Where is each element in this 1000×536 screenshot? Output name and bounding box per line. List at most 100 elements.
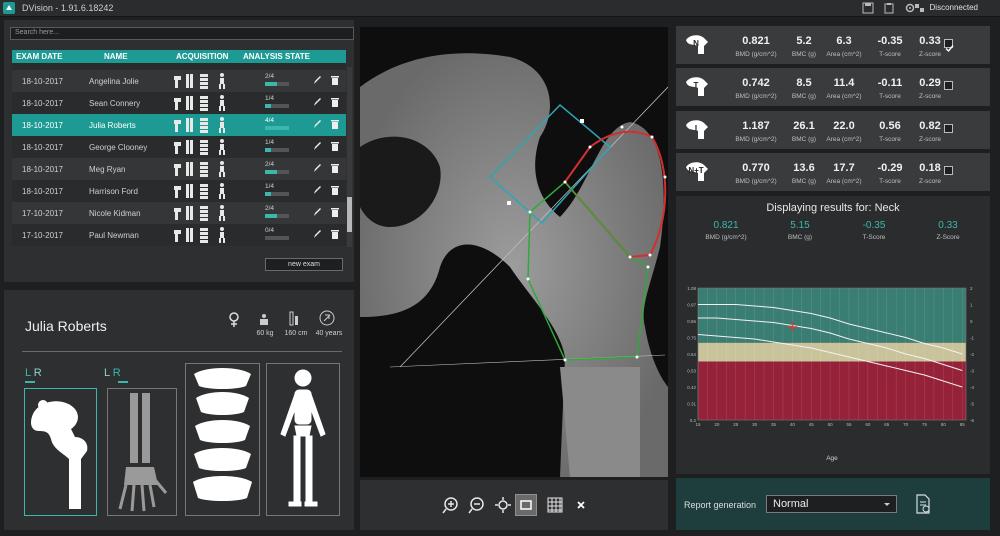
hip-left-option[interactable]: L — [25, 367, 31, 379]
table-row[interactable]: 18-10-2017 Angelina Jolie 2/4 — [12, 70, 346, 92]
edit-icon[interactable] — [312, 75, 322, 86]
scrollbar-thumb[interactable] — [347, 197, 352, 232]
save-icon[interactable] — [862, 2, 874, 14]
x-tick: 30 — [752, 422, 758, 427]
clipboard-icon[interactable] — [883, 2, 895, 14]
trash-icon[interactable] — [330, 97, 340, 108]
grid-icon[interactable] — [544, 494, 566, 516]
summary-tscore-label: T-Score — [862, 234, 886, 241]
value-t: -0.11 — [877, 77, 903, 89]
trash-icon[interactable] — [330, 229, 340, 240]
region-result-row[interactable]: N 0.821 BMD (g/cm^2) 5.2 BMC (g) 6.3 Area (cm^… — [676, 26, 990, 64]
select-region-checkbox[interactable] — [944, 81, 953, 90]
region-result-row[interactable]: I 1.187 BMD (g/cm^2) 26.1 BMC (g) 22.0 Area (c… — [676, 111, 990, 149]
select-region-checkbox[interactable] — [944, 124, 953, 133]
progress-fill — [265, 170, 277, 174]
edit-icon[interactable] — [312, 163, 322, 174]
patient-weight: 60 kg — [256, 330, 274, 337]
hip-scan-card[interactable] — [24, 388, 97, 516]
y-tick-right: -1 — [970, 336, 974, 341]
exam-date: 18-10-2017 — [22, 99, 63, 108]
forearm-left-option[interactable]: L — [104, 367, 110, 379]
region-result-row[interactable]: T 0.742 BMD (g/cm^2) 8.5 BMC (g) 11.4 Area (cm… — [676, 68, 990, 106]
table-row[interactable]: 18-10-2017 George Clooney 1/4 — [12, 136, 346, 158]
select-region-checkbox[interactable] — [944, 39, 954, 53]
zoom-in-icon[interactable] — [440, 494, 462, 516]
forearm-side-selector[interactable]: L R — [104, 367, 128, 383]
x-tick: 65 — [884, 422, 890, 427]
hip-right-option[interactable]: R — [34, 367, 42, 379]
height-icon — [289, 311, 298, 326]
value-bmd: 0.821 — [742, 35, 770, 47]
new-exam-button[interactable]: new exam — [265, 258, 343, 271]
table-row[interactable]: 18-10-2017 Harrison Ford 1/4 — [12, 180, 346, 202]
table-row[interactable]: Clint Eastwood — [12, 63, 346, 70]
col-analysis-state[interactable]: ANALYSIS STATE — [243, 52, 310, 61]
whole-body-scan-card[interactable] — [266, 363, 340, 516]
exam-date: 17-10-2017 — [22, 231, 63, 240]
table-row[interactable]: 17-10-2017 Paul Newman 0/4 — [12, 224, 346, 246]
patient-name-cell: Paul Newman — [89, 231, 139, 240]
trash-icon[interactable] — [330, 163, 340, 174]
acquisition-icons — [174, 205, 225, 221]
forearm-side-underline — [118, 381, 128, 383]
x-tick: 15 — [695, 422, 701, 427]
edit-icon[interactable] — [312, 185, 322, 196]
trash-icon[interactable] — [330, 185, 340, 196]
scan-image-viewer[interactable] — [360, 27, 668, 477]
table-row[interactable]: 17-10-2017 Nicole Kidman 2/4 — [12, 202, 346, 224]
forearm-right-option[interactable]: R — [113, 367, 121, 379]
value-z: 0.18 — [919, 162, 941, 174]
trash-icon[interactable] — [330, 207, 340, 218]
select-region-checkbox[interactable] — [944, 166, 953, 175]
edit-icon[interactable] — [312, 119, 322, 130]
search-input[interactable]: Search here... — [10, 27, 354, 40]
forearm-scan-card[interactable] — [107, 388, 177, 516]
col-acquisition[interactable]: ACQUISITION — [176, 52, 228, 61]
label-bmd: BMD (g/cm^2) — [735, 136, 777, 143]
roi-select-tool[interactable] — [515, 494, 537, 516]
table-row[interactable]: 18-10-2017 Sean Connery 1/4 — [12, 92, 346, 114]
patient-name-cell: Harrison Ford — [89, 187, 138, 196]
y-tick-right: -5 — [970, 402, 974, 407]
edit-icon[interactable] — [312, 229, 322, 240]
report-type-select[interactable]: Normal — [766, 495, 897, 513]
spine-scan-card[interactable] — [185, 363, 260, 516]
label-area: Area (cm^2) — [826, 136, 862, 143]
generate-report-icon[interactable] — [914, 494, 932, 514]
edit-icon[interactable] — [312, 97, 322, 108]
progress-bar — [265, 82, 289, 86]
y-tick-left: 1.08 — [687, 286, 696, 291]
x-tick: 75 — [922, 422, 928, 427]
region-label: N — [693, 39, 699, 48]
region-result-row[interactable]: N+T 0.770 BMD (g/cm^2) 13.6 BMC (g) 17.7 Area … — [676, 153, 990, 191]
edit-icon[interactable] — [312, 141, 322, 152]
zoom-out-icon[interactable] — [466, 494, 488, 516]
hip-side-selector[interactable]: L R — [25, 367, 42, 383]
connection-status: Disconnected — [929, 3, 978, 12]
exam-list-scrollbar[interactable] — [347, 67, 352, 247]
value-area: 6.3 — [836, 35, 852, 47]
trash-icon[interactable] — [330, 141, 340, 152]
value-bmd: 1.187 — [742, 120, 770, 132]
edit-icon[interactable] — [312, 207, 322, 218]
patient-height: 160 cm — [284, 330, 308, 337]
x-tick: 85 — [960, 422, 966, 427]
col-exam-date[interactable]: EXAM DATE — [16, 52, 63, 61]
exam-date: 18-10-2017 — [22, 143, 63, 152]
col-name[interactable]: NAME — [104, 52, 128, 61]
summary-bmc: 5.15 — [790, 220, 810, 231]
brightness-icon[interactable] — [492, 494, 514, 516]
table-row[interactable]: 18-10-2017 Meg Ryan 2/4 — [12, 158, 346, 180]
progress-fill — [265, 214, 277, 218]
y-tick-left: 0.42 — [687, 385, 696, 390]
progress-fill — [265, 82, 277, 86]
label-z: Z-score — [918, 93, 942, 100]
close-icon[interactable] — [570, 494, 592, 516]
region-label: N+T — [688, 166, 703, 175]
x-tick: 25 — [733, 422, 739, 427]
table-row[interactable]: 18-10-2017 Julia Roberts 4/4 — [12, 114, 346, 136]
trash-icon[interactable] — [330, 75, 340, 86]
value-bmc: 13.6 — [793, 162, 815, 174]
trash-icon[interactable] — [330, 119, 340, 130]
